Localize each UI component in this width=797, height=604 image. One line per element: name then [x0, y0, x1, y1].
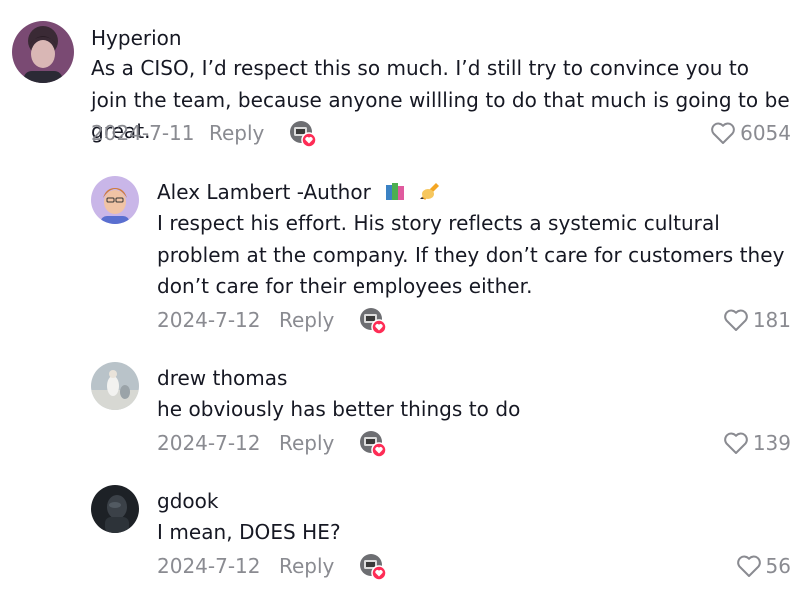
- like-button[interactable]: 6054: [710, 119, 791, 147]
- creator-liked-icon: [290, 121, 317, 148]
- comment-item: drew thomas he obviously has better thin…: [0, 345, 797, 470]
- comment-date: 2024-7-11: [91, 121, 195, 145]
- username[interactable]: drew thomas: [157, 365, 287, 391]
- reply-button[interactable]: Reply: [279, 431, 359, 455]
- like-button[interactable]: 181: [723, 306, 791, 334]
- comment-text: I respect his effort. His story reflects…: [157, 211, 785, 298]
- username[interactable]: Alex Lambert -Author: [157, 179, 442, 207]
- heart-outline-icon: [723, 432, 748, 454]
- comment-date: 2024-7-12: [157, 431, 261, 455]
- like-button[interactable]: 139: [723, 429, 791, 457]
- like-count: 6054: [740, 121, 791, 145]
- heart-outline-icon: [723, 309, 748, 331]
- comment-text: he obviously has better things to do: [157, 397, 521, 421]
- like-count: 56: [765, 554, 791, 578]
- like-count: 181: [752, 308, 791, 332]
- comment-date: 2024-7-12: [157, 308, 261, 332]
- creator-liked-icon: [360, 554, 387, 581]
- comment-meta: 2024-7-12 Reply: [157, 552, 387, 581]
- comment-item: Alex Lambert -Author I respect his effor…: [0, 160, 797, 345]
- creator-liked-badge: [359, 430, 387, 458]
- writing-hand-icon: [418, 179, 442, 207]
- reply-button[interactable]: Reply: [279, 308, 359, 332]
- comment-meta: 2024-7-12 Reply: [157, 429, 387, 458]
- username-text: Alex Lambert -Author: [157, 180, 371, 204]
- avatar[interactable]: [91, 485, 139, 533]
- username[interactable]: Hyperion: [91, 25, 182, 51]
- books-icon: [385, 181, 407, 207]
- reply-button[interactable]: Reply: [279, 554, 359, 578]
- heart-outline-icon: [736, 555, 761, 577]
- creator-liked-badge: [359, 307, 387, 335]
- comment-meta: 2024-7-11 Reply: [91, 119, 317, 148]
- comment-item: gdook I mean, DOES HE? 2024-7-12 Reply 5…: [0, 470, 797, 604]
- username[interactable]: gdook: [157, 488, 218, 514]
- creator-liked-badge: [359, 553, 387, 581]
- comment-date: 2024-7-12: [157, 554, 261, 578]
- avatar[interactable]: [91, 176, 139, 224]
- comment-meta: 2024-7-12 Reply: [157, 306, 387, 335]
- avatar[interactable]: [91, 362, 139, 410]
- like-button[interactable]: 56: [736, 552, 791, 580]
- comment-item: Hyperion As a CISO, I’d respect this so …: [0, 0, 797, 160]
- reply-button[interactable]: Reply: [209, 121, 289, 145]
- like-count: 139: [752, 431, 791, 455]
- creator-liked-icon: [360, 308, 387, 335]
- creator-liked-badge: [289, 120, 317, 148]
- avatar[interactable]: [12, 21, 74, 83]
- creator-liked-icon: [360, 431, 387, 458]
- heart-outline-icon: [711, 122, 735, 144]
- comment-text: I mean, DOES HE?: [157, 520, 341, 544]
